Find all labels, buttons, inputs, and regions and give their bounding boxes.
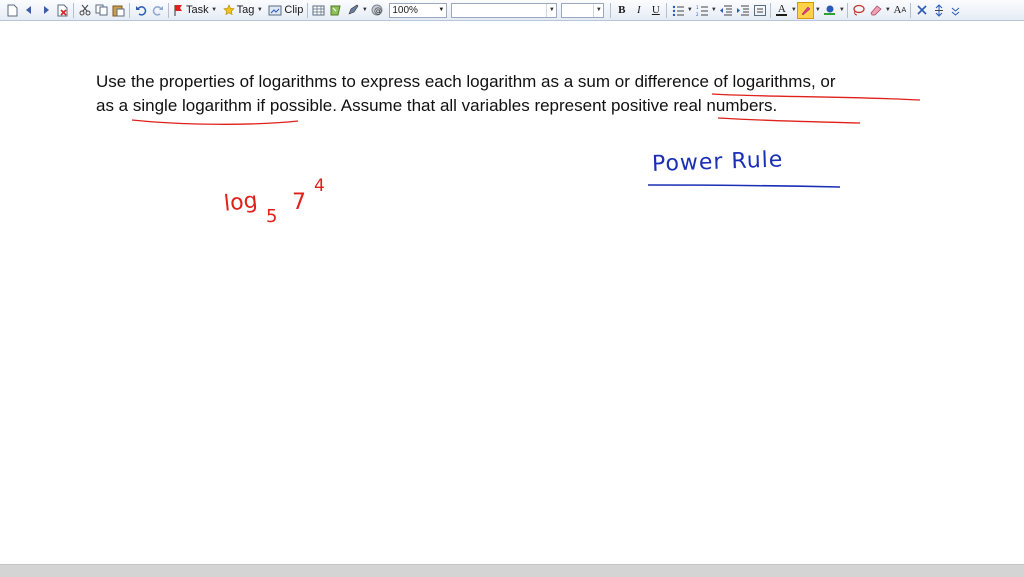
underline-positive-real-numbers <box>717 117 861 124</box>
ink-layer <box>131 93 921 188</box>
log-word: log <box>222 188 259 217</box>
underline-single-logarithm <box>131 119 299 125</box>
handwritten-power-rule-note: Power Rule <box>651 147 784 177</box>
log-argument: 7 <box>292 190 306 215</box>
underline-power-rule <box>647 184 841 188</box>
log-exponent: 4 <box>314 176 325 196</box>
horizontal-scrollbar[interactable] <box>0 564 1024 577</box>
underline-difference-of-logarithms <box>711 93 921 101</box>
log-base: 5 <box>266 206 278 227</box>
